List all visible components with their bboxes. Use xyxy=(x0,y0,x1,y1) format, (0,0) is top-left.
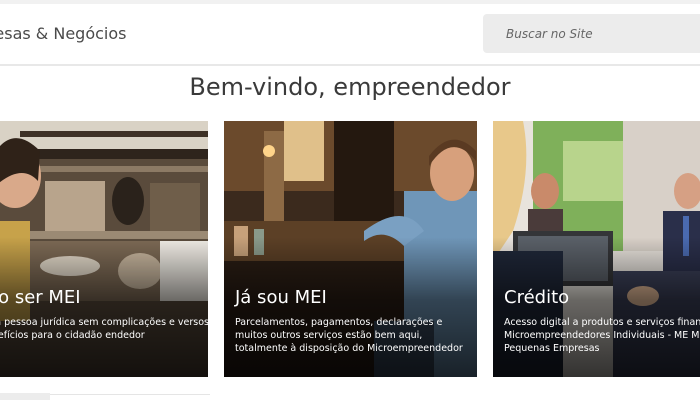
card-ja-sou-mei[interactable]: Já sou MEI Parcelamentos, pagamentos, de… xyxy=(224,121,477,377)
bottom-area xyxy=(0,390,700,400)
card-description: Acesso digital a produtos e serviços fin… xyxy=(504,317,700,354)
card-title: Crédito xyxy=(504,287,570,308)
card-description: Parcelamentos, pagamentos, declarações e… xyxy=(235,317,463,354)
card-title: Já sou MEI xyxy=(235,287,327,308)
search-input[interactable] xyxy=(483,14,700,53)
card-quero-ser-mei[interactable]: ero ser MEI uma pessoa jurídica sem comp… xyxy=(0,121,208,377)
site-title[interactable]: presas & Negócios xyxy=(0,24,126,43)
card-title: ero ser MEI xyxy=(0,287,81,308)
welcome-heading: Bem-vindo, empreendedor xyxy=(189,73,511,101)
bottom-divider xyxy=(50,394,210,395)
bottom-tab[interactable] xyxy=(0,393,50,400)
card-credito[interactable]: Crédito Acesso digital a produtos e serv… xyxy=(493,121,700,377)
site-header: presas & Negócios xyxy=(0,4,700,66)
card-description: uma pessoa jurídica sem complicações e v… xyxy=(0,317,208,341)
